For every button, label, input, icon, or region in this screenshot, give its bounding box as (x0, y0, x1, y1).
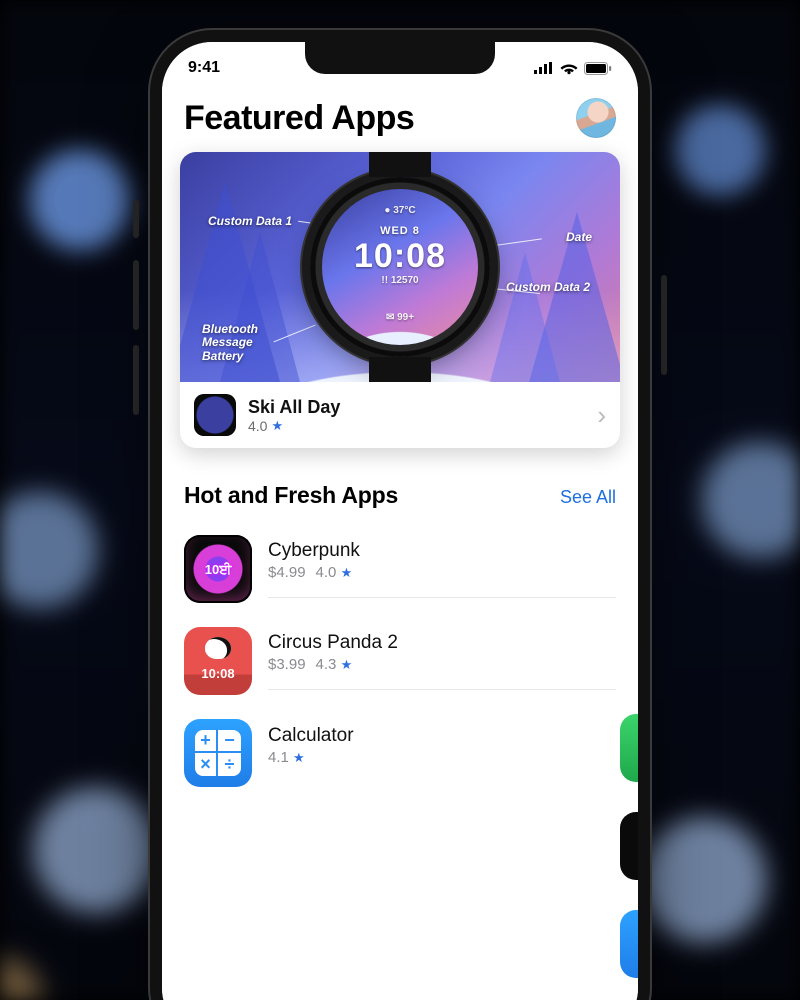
watch-strap (369, 357, 431, 382)
star-icon: ★ (341, 657, 353, 672)
watch-messages: ✉ 99+ (322, 312, 478, 323)
phone-notch (305, 42, 495, 74)
featured-hero: Custom Data 1 Date Custom Data 2 Bluetoo… (180, 152, 620, 382)
cellular-icon (534, 62, 554, 74)
app-icon-circus-panda (184, 627, 252, 695)
star-icon: ★ (341, 565, 353, 580)
section-title: Hot and Fresh Apps (184, 482, 398, 509)
callout-custom-data-1: Custom Data 1 (208, 214, 292, 228)
app-rating: 4.3 ★ (316, 656, 353, 673)
watch-illustration: ● 37°C WED 8 10:08 !! 12570 ✉ 99+ (310, 177, 490, 357)
app-rating: 4.1 ★ (268, 749, 305, 766)
profile-avatar[interactable] (576, 98, 616, 138)
star-icon: ★ (271, 418, 283, 434)
status-time: 9:41 (188, 59, 220, 77)
star-icon: ★ (293, 750, 305, 765)
app-name: Calculator (268, 725, 616, 747)
phone-frame: 9:41 Featured Apps Custom Data 1 (150, 30, 650, 1000)
watch-time: 10:08 (322, 237, 478, 276)
app-row[interactable]: Cyberpunk $4.99 4.0 ★ (184, 523, 616, 615)
app-rating: 4.0 ★ (316, 564, 353, 581)
watch-steps: !! 12570 (322, 275, 478, 286)
featured-app-rating: 4.0★ (248, 418, 585, 434)
peek-app-icon[interactable] (620, 812, 638, 880)
watch-day: WED 8 (322, 225, 478, 237)
app-name: Cyberpunk (268, 540, 616, 562)
watch-temp: ● 37°C (322, 205, 478, 216)
watch-strap (369, 152, 431, 177)
battery-icon (584, 62, 612, 75)
phone-mute-switch (133, 200, 139, 238)
featured-card[interactable]: Custom Data 1 Date Custom Data 2 Bluetoo… (180, 152, 620, 448)
peek-app-icon[interactable] (620, 910, 638, 978)
app-price: $3.99 (268, 656, 306, 673)
screen: 9:41 Featured Apps Custom Data 1 (162, 42, 638, 1000)
hot-fresh-section: Hot and Fresh Apps See All Cyberpunk $4.… (162, 448, 638, 799)
app-icon-cyberpunk (184, 535, 252, 603)
app-row[interactable]: +−×÷ Calculator 4.1 ★ (184, 707, 616, 799)
page-title: Featured Apps (184, 99, 414, 138)
tree-decoration (490, 252, 560, 382)
featured-app-icon (194, 394, 236, 436)
chevron-right-icon: › (597, 400, 606, 431)
app-price: $4.99 (268, 564, 306, 581)
see-all-link[interactable]: See All (560, 487, 616, 508)
callout-bluetooth-message-battery: Bluetooth Message Battery (202, 323, 258, 364)
watch-face: ● 37°C WED 8 10:08 !! 12570 ✉ 99+ (322, 189, 478, 345)
peek-app-icon[interactable] (620, 714, 638, 782)
callout-date: Date (566, 230, 592, 244)
phone-volume-down (133, 345, 139, 415)
featured-card-footer[interactable]: Ski All Day 4.0★ › (180, 382, 620, 448)
app-icon-calculator: +−×÷ (184, 719, 252, 787)
featured-app-title: Ski All Day (248, 397, 585, 418)
calculator-glyph: +−×÷ (195, 730, 241, 776)
phone-volume-up (133, 260, 139, 330)
app-row[interactable]: Circus Panda 2 $3.99 4.3 ★ (184, 615, 616, 707)
page-header: Featured Apps (162, 88, 638, 152)
app-name: Circus Panda 2 (268, 632, 616, 654)
phone-power-button (661, 275, 667, 375)
wifi-icon (560, 62, 578, 75)
